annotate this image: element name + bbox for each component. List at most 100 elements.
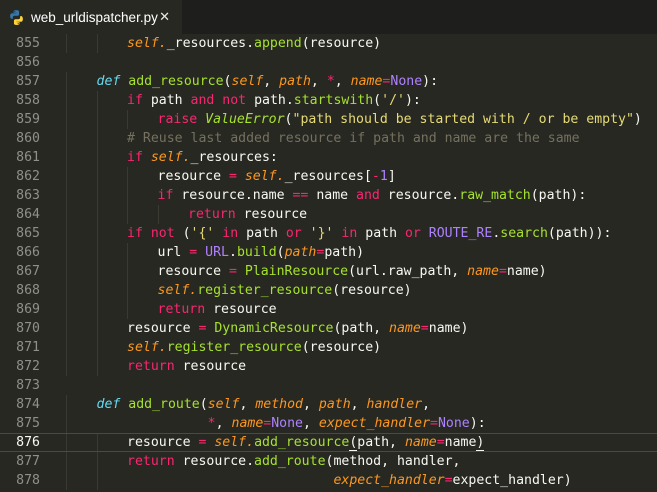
code-line[interactable]: 860 # Reuse last added resource if path a… <box>0 129 657 148</box>
code-token: '}' <box>309 226 334 241</box>
tab-filename: web_urldispatcher.py <box>31 9 158 25</box>
code-token: (path): <box>530 188 587 203</box>
indent-guide <box>66 434 67 451</box>
indent-guide <box>66 205 67 224</box>
code-token: resource. <box>182 454 255 469</box>
code-line[interactable]: 859 raise ValueError("path should be star… <box>0 110 657 129</box>
indent-guide <box>66 224 67 243</box>
code-line[interactable]: 871 self.register_resource(resource) <box>0 338 657 357</box>
code-token: * <box>326 74 335 89</box>
code-token: = <box>189 245 206 260</box>
code-line[interactable]: 866 url = URL.build(path=path) <box>0 243 657 262</box>
code-text: return resource <box>188 205 307 224</box>
code-token: == <box>292 188 317 203</box>
code-token: resource <box>157 264 229 279</box>
code-token: method <box>255 397 303 412</box>
close-icon[interactable]: ✕ <box>159 9 170 25</box>
code-line[interactable]: 875 *, name=None, expect_handler=None): <box>0 414 657 433</box>
line-number: 858 <box>16 93 40 108</box>
code-token: self <box>231 74 264 89</box>
code-token: (resource) <box>301 36 382 51</box>
code-token: , <box>350 397 367 412</box>
code-token: = <box>198 321 215 336</box>
indent-guide <box>96 357 98 376</box>
code-token: name) <box>506 264 547 279</box>
code-line[interactable]: 878 expect_handler=expect_handler) <box>0 471 657 490</box>
code-text: if resource.name == name and resource.ra… <box>158 186 587 205</box>
code-token: add_resource <box>254 435 350 450</box>
code-token: PlainResource <box>244 264 349 279</box>
code-token: handler <box>366 397 423 412</box>
code-line[interactable]: 863 if resource.name == name and resource… <box>0 186 657 205</box>
indent-guide <box>127 167 128 186</box>
code-token: name) <box>428 321 469 336</box>
code-token: name <box>389 321 421 336</box>
indent-guide <box>127 110 128 129</box>
code-token: path. <box>254 93 294 108</box>
indent-guide <box>96 300 98 319</box>
code-token: resource <box>243 207 308 222</box>
code-token: ( <box>373 93 382 108</box>
code-text: *, name=None, expect_handler=None): <box>97 414 486 433</box>
code-line[interactable]: 867 resource = PlainResource(url.raw_path… <box>0 262 657 281</box>
code-line[interactable]: 856 <box>0 53 657 72</box>
line-number: 878 <box>16 473 40 488</box>
code-text: raise ValueError("path should be started… <box>158 110 642 129</box>
code-token: self <box>207 397 240 412</box>
code-token: ] <box>387 169 396 184</box>
code-line[interactable]: 858 if path and not path.startswith('/'): <box>0 91 657 110</box>
indent-guide <box>96 186 98 205</box>
code-editor[interactable]: 855 self._resources.append(resource) 856 85… <box>0 34 657 492</box>
line-number: 872 <box>16 359 40 374</box>
code-token: (method, handler, <box>325 454 461 469</box>
code-token: resource <box>157 169 229 184</box>
indent-guide <box>66 262 67 281</box>
code-token: search <box>500 226 548 241</box>
code-token: , <box>302 397 319 412</box>
code-line[interactable]: 857 def add_resource(self, path, *, name=… <box>0 72 657 91</box>
code-line[interactable]: 868 self.register_resource(resource) <box>0 281 657 300</box>
line-number: 866 <box>16 245 40 260</box>
code-token: register_resource <box>166 340 302 355</box>
code-line[interactable]: 861 if self._resources: <box>0 148 657 167</box>
code-line[interactable]: 876 resource = self.add_resource(path, na… <box>0 433 657 452</box>
code-token: , <box>310 74 327 89</box>
code-token: - <box>371 169 380 184</box>
code-token: in <box>333 226 366 241</box>
code-text: resource = PlainResource(url.raw_path, n… <box>158 262 547 281</box>
indent-guide <box>127 205 128 224</box>
code-token: resource <box>182 359 247 374</box>
indent-guide <box>96 319 98 338</box>
indent-guide <box>66 338 67 357</box>
code-token: , <box>263 74 280 89</box>
code-line[interactable]: 864 return resource <box>0 205 657 224</box>
file-tab[interactable]: web_urldispatcher.py ✕ <box>0 0 182 34</box>
code-token: return <box>188 207 244 222</box>
code-token: self. <box>150 150 191 165</box>
code-line[interactable]: 855 self._resources.append(resource) <box>0 34 657 53</box>
line-number: 868 <box>16 283 40 298</box>
code-token: if <box>127 150 151 165</box>
indent-guide <box>96 110 98 129</box>
code-line[interactable]: 862 resource = self._resources[-1] <box>0 167 657 186</box>
code-line[interactable]: 865 if not ('{' in path or '}' in path or… <box>0 224 657 243</box>
code-line[interactable]: 870 resource = DynamicResource(path, name… <box>0 319 657 338</box>
code-token: None <box>437 416 470 431</box>
code-token: None <box>390 74 423 89</box>
code-token: None <box>271 416 303 431</box>
indent-guide <box>127 243 128 262</box>
code-line[interactable]: 873 <box>0 376 657 395</box>
code-token: (url.raw_path, <box>348 264 468 279</box>
line-number: 871 <box>16 340 40 355</box>
code-line[interactable]: 877 return resource.add_route(method, han… <box>0 452 657 471</box>
line-number: 864 <box>16 207 40 222</box>
code-line[interactable]: 872 return resource <box>0 357 657 376</box>
code-line[interactable]: 874 def add_route(self, method, path, han… <box>0 395 657 414</box>
code-token: (path, <box>333 321 390 336</box>
indent-guide <box>96 281 98 300</box>
code-token: raw_match <box>459 188 531 203</box>
indent-guide <box>66 34 67 53</box>
code-line[interactable]: 869 return resource <box>0 300 657 319</box>
indent-guide <box>66 471 67 490</box>
indent-guide <box>66 186 67 205</box>
